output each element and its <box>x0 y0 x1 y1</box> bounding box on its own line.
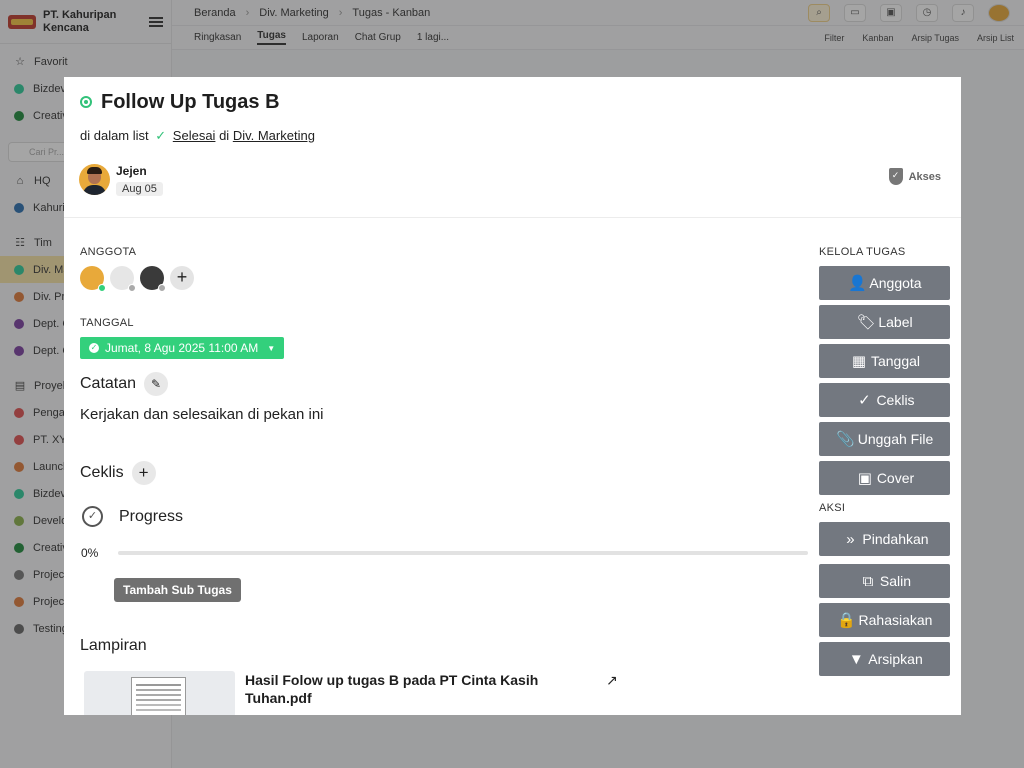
button-label: Salin <box>879 573 912 589</box>
member-avatar[interactable] <box>80 266 106 292</box>
button-label: Label <box>878 314 913 330</box>
manage-title: KELOLA TUGAS <box>819 246 906 258</box>
label-button[interactable]: 🏷 Label <box>819 305 950 339</box>
created-date-badge: Aug 05 <box>116 182 163 196</box>
edit-pencil-icon[interactable]: ✎ <box>144 372 169 396</box>
check-icon: ✓ <box>89 343 99 353</box>
archive-icon: ▼ <box>848 650 864 668</box>
paperclip-icon: 📎 <box>836 431 856 448</box>
task-title[interactable]: Follow Up Tugas B <box>101 91 280 114</box>
chevron-down-icon: ▼ <box>267 343 276 353</box>
member-avatar[interactable] <box>110 266 136 292</box>
checklist-heading: Ceklis + <box>80 461 156 485</box>
button-label: Tanggal <box>870 353 921 369</box>
attachments-heading: Lampiran <box>80 637 147 655</box>
button-label: Ceklis <box>876 392 915 408</box>
add-person-icon: 👤 <box>848 275 867 292</box>
modal-header: Follow Up Tugas B di dalam list ✓ Selesa… <box>64 77 961 218</box>
list-prefix-text: di dalam list <box>80 128 149 143</box>
progress-bar <box>118 551 809 555</box>
archive-button[interactable]: ▼ Arsipkan <box>819 642 950 676</box>
add-subtask-button[interactable]: Tambah Sub Tugas <box>114 578 241 602</box>
due-date-text: Jumat, 8 Agu 2025 11:00 AM <box>105 341 259 355</box>
move-button[interactable]: » Pindahkan <box>819 522 950 556</box>
upload-file-button[interactable]: 📎 Unggah File <box>819 422 950 456</box>
add-member-icon[interactable]: + <box>170 266 194 290</box>
button-label: Anggota <box>869 275 922 291</box>
button-label: Cover <box>876 470 915 486</box>
list-link[interactable]: Selesai <box>173 128 216 143</box>
avatar <box>79 164 110 195</box>
cover-button[interactable]: ▣ Cover <box>819 461 950 495</box>
add-checklist-icon[interactable]: + <box>131 461 156 485</box>
button-label: Arsipkan <box>868 651 923 667</box>
open-external-icon[interactable]: ↗ <box>606 672 618 689</box>
task-actions-panel: KELOLA TUGAS 👤 Anggota 🏷 Label ▦ Tanggal ✓ C… <box>819 246 950 681</box>
check-circle-icon[interactable]: ✓ <box>82 506 103 527</box>
date-label: TANGGAL <box>80 317 134 329</box>
access-label: Akses <box>908 170 941 183</box>
members-list: + <box>80 266 194 292</box>
image-icon: ▣ <box>857 470 872 487</box>
check-icon: ✓ <box>155 128 167 143</box>
group-link[interactable]: Div. Marketing <box>233 128 315 143</box>
task-author: Jejen Aug 05 <box>79 164 163 197</box>
date-button[interactable]: ▦ Tanggal <box>819 344 950 378</box>
button-label: Rahasiakan <box>858 612 933 628</box>
calendar-icon: ▦ <box>851 353 867 370</box>
actions-title: AKSI <box>819 502 846 514</box>
label-icon: 🏷 <box>856 314 876 331</box>
task-title-row: Follow Up Tugas B <box>80 91 945 113</box>
progress-row: 0% <box>81 546 809 560</box>
notes-text: Kerjakan dan selesaikan di pekan ini <box>80 406 324 423</box>
attachment-thumbnail[interactable] <box>84 671 235 715</box>
attachment-name[interactable]: Hasil Folow up tugas B pada PT Cinta Kas… <box>245 671 565 715</box>
attachments-label: Lampiran <box>80 637 147 654</box>
members-button[interactable]: 👤 Anggota <box>819 266 950 300</box>
due-date-picker[interactable]: ✓ Jumat, 8 Agu 2025 11:00 AM ▼ <box>80 337 285 359</box>
task-detail-modal: Follow Up Tugas B di dalam list ✓ Selesa… <box>64 77 961 715</box>
attachment-item[interactable]: Hasil Folow up tugas B pada PT Cinta Kas… <box>84 671 618 715</box>
make-private-button[interactable]: 🔒 Rahasiakan <box>819 603 950 637</box>
author-name: Jejen <box>116 164 147 178</box>
button-label: Unggah File <box>857 431 934 447</box>
shield-icon: ✓ <box>888 168 903 185</box>
double-chevron-icon: » <box>846 530 855 548</box>
copy-icon: ⧉ <box>862 572 874 590</box>
task-location: di dalam list ✓ Selesai di Div. Marketin… <box>80 128 945 144</box>
notes-heading: Catatan ✎ <box>80 372 324 396</box>
lock-icon: 🔒 <box>837 612 856 629</box>
button-label: Pindahkan <box>862 531 929 547</box>
access-button[interactable]: ✓ Akses <box>888 168 941 185</box>
progress-percent: 0% <box>81 546 99 560</box>
checklist-button[interactable]: ✓ Ceklis <box>819 383 950 417</box>
checklist-label: Ceklis <box>80 464 124 481</box>
member-avatar[interactable] <box>140 266 166 292</box>
status-dot-icon <box>80 96 92 108</box>
check-circle-icon: ✓ <box>858 392 871 409</box>
progress-label: Progress <box>119 507 184 525</box>
notes-label: Catatan <box>80 375 137 392</box>
progress-heading: ✓ Progress <box>80 506 183 527</box>
copy-button[interactable]: ⧉ Salin <box>819 564 950 598</box>
members-label: ANGGOTA <box>80 246 137 258</box>
in-text: di <box>219 128 230 143</box>
